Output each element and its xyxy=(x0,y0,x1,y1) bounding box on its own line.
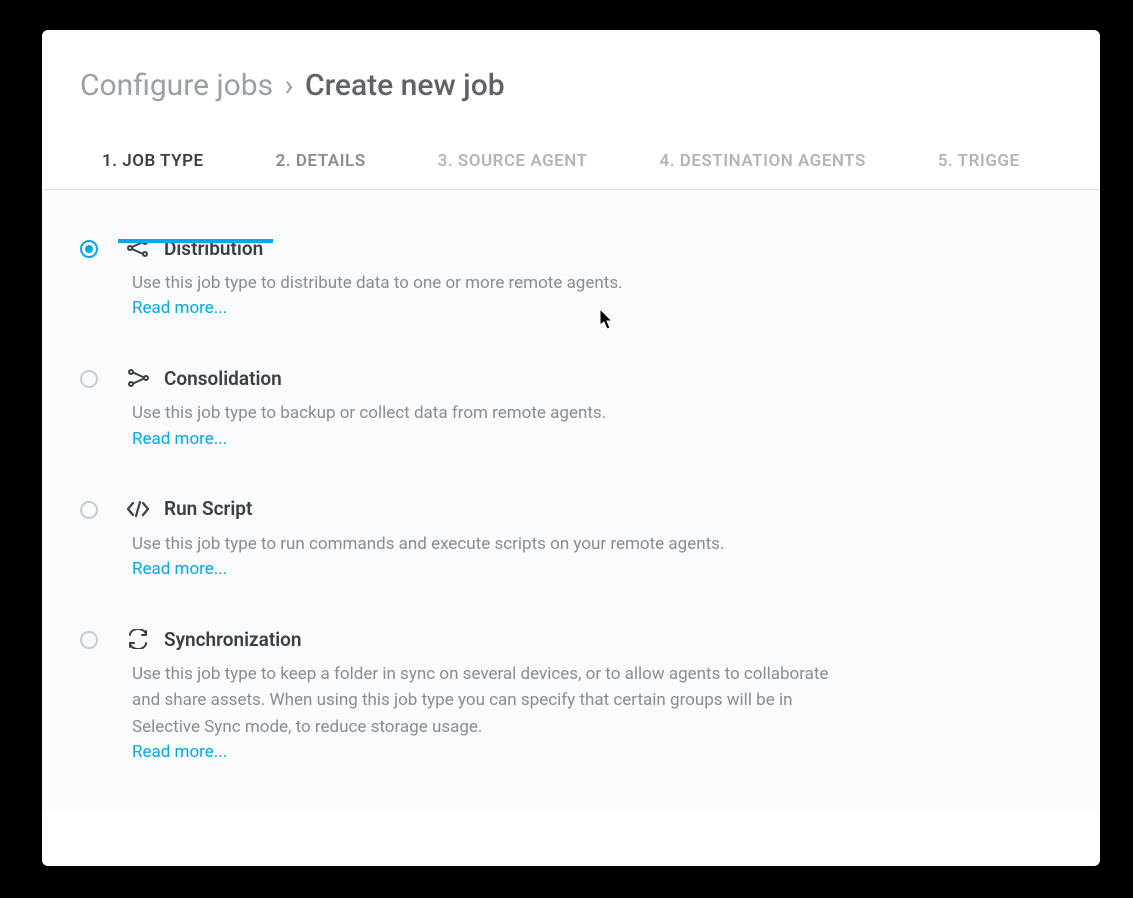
option-body: Run Script Use this job type to run comm… xyxy=(126,497,1062,579)
option-title-row: Run Script xyxy=(126,497,1062,521)
panel-header: Configure jobs › Create new job xyxy=(42,30,1100,103)
option-description: Use this job type to run commands and ex… xyxy=(132,531,852,557)
radio-synchronization[interactable] xyxy=(80,631,98,649)
breadcrumb-separator: › xyxy=(285,68,294,103)
script-icon xyxy=(126,497,150,521)
option-description: Use this job type to backup or collect d… xyxy=(132,400,852,426)
option-title-row: Consolidation xyxy=(126,366,1062,390)
tab-destination-agents[interactable]: 4. DESTINATION AGENTS xyxy=(660,151,866,189)
sync-icon xyxy=(126,627,150,651)
job-type-options: Distribution Use this job type to distri… xyxy=(42,190,1100,812)
option-title: Run Script xyxy=(164,497,252,520)
breadcrumb-current: Create new job xyxy=(305,68,505,103)
option-title-row: Synchronization xyxy=(126,627,1062,651)
tab-active-indicator xyxy=(118,239,273,243)
read-more-link[interactable]: Read more... xyxy=(132,559,1062,579)
tab-trigger[interactable]: 5. TRIGGE xyxy=(938,151,1020,189)
radio-consolidation[interactable] xyxy=(80,370,98,388)
option-description: Use this job type to keep a folder in sy… xyxy=(132,661,852,740)
option-body: Distribution Use this job type to distri… xyxy=(126,236,1062,318)
option-body: Consolidation Use this job type to backu… xyxy=(126,366,1062,448)
option-distribution[interactable]: Distribution Use this job type to distri… xyxy=(80,236,1062,318)
radio-distribution[interactable] xyxy=(80,240,98,258)
option-title: Synchronization xyxy=(164,628,302,651)
read-more-link[interactable]: Read more... xyxy=(132,298,1062,318)
breadcrumb-parent[interactable]: Configure jobs xyxy=(80,68,273,103)
option-consolidation[interactable]: Consolidation Use this job type to backu… xyxy=(80,366,1062,448)
create-job-panel: Configure jobs › Create new job 1. JOB T… xyxy=(42,30,1100,866)
tab-details[interactable]: 2. DETAILS xyxy=(276,151,366,189)
option-run-script[interactable]: Run Script Use this job type to run comm… xyxy=(80,497,1062,579)
breadcrumb: Configure jobs › Create new job xyxy=(80,68,1062,103)
read-more-link[interactable]: Read more... xyxy=(132,742,1062,762)
read-more-link[interactable]: Read more... xyxy=(132,429,1062,449)
option-synchronization[interactable]: Synchronization Use this job type to kee… xyxy=(80,627,1062,762)
radio-run-script[interactable] xyxy=(80,501,98,519)
tab-source-agent[interactable]: 3. SOURCE AGENT xyxy=(438,151,588,189)
option-body: Synchronization Use this job type to kee… xyxy=(126,627,1062,762)
wizard-tabs: 1. JOB TYPE 2. DETAILS 3. SOURCE AGENT 4… xyxy=(42,103,1100,190)
option-title: Consolidation xyxy=(164,367,282,390)
option-description: Use this job type to distribute data to … xyxy=(132,270,852,296)
tab-job-type[interactable]: 1. JOB TYPE xyxy=(102,151,204,189)
consolidate-icon xyxy=(126,366,150,390)
